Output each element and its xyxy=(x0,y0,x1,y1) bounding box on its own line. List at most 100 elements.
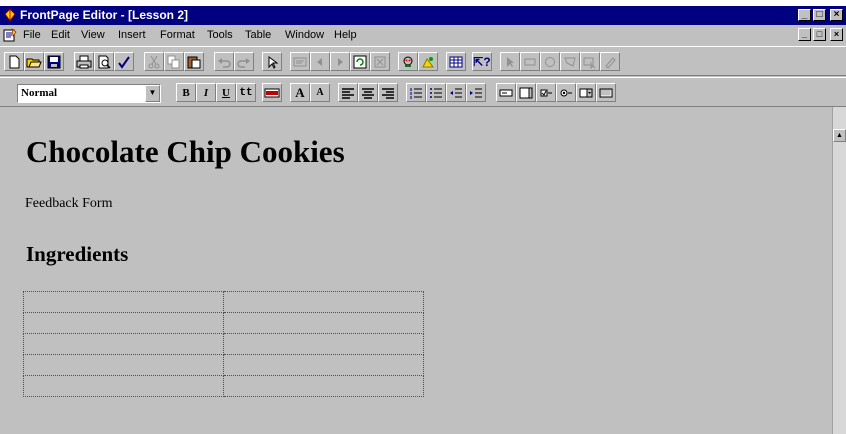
menu-tools[interactable]: Tools xyxy=(207,28,233,42)
highlight-hotspots-button[interactable] xyxy=(580,52,600,71)
bold-button[interactable]: B xyxy=(176,83,196,102)
table-cell[interactable] xyxy=(223,375,424,397)
menu-file[interactable]: File xyxy=(23,28,41,42)
print-button[interactable] xyxy=(74,52,94,71)
table-cell[interactable] xyxy=(23,333,224,355)
radio-button-field-button[interactable] xyxy=(556,83,576,102)
align-left-icon xyxy=(342,87,354,99)
bulleted-list-button[interactable] xyxy=(426,83,446,102)
back-button[interactable] xyxy=(310,52,330,71)
table-cell[interactable] xyxy=(23,354,224,376)
align-center-button[interactable] xyxy=(358,83,378,102)
spelling-button[interactable] xyxy=(114,52,134,71)
scrolling-textbox-button[interactable] xyxy=(516,83,536,102)
one-line-textbox-button[interactable] xyxy=(496,83,516,102)
table-row xyxy=(23,291,424,313)
table-cell[interactable] xyxy=(23,312,224,334)
checkbox-field-button[interactable] xyxy=(536,83,556,102)
table-cell[interactable] xyxy=(223,312,424,334)
table-cell[interactable] xyxy=(23,291,224,313)
left-margin xyxy=(0,107,14,434)
arrow-pointer-icon xyxy=(507,56,514,67)
rectangle-tool-button[interactable] xyxy=(520,52,540,71)
ingredients-heading[interactable]: Ingredients xyxy=(26,241,128,267)
redo-icon xyxy=(237,57,250,68)
table-cell[interactable] xyxy=(223,333,424,355)
menu-view[interactable]: View xyxy=(81,28,105,42)
doc-close-button[interactable]: × xyxy=(830,28,843,41)
paste-button[interactable] xyxy=(184,52,204,71)
table-cell[interactable] xyxy=(223,354,424,376)
text-color-button[interactable] xyxy=(262,83,282,102)
new-page-button[interactable] xyxy=(4,52,24,71)
document-icon[interactable] xyxy=(3,28,17,42)
table-cell[interactable] xyxy=(223,291,424,313)
doc-minimize-button[interactable]: _ xyxy=(798,28,811,41)
title-bar[interactable]: FrontPage Editor - [Lesson 2] _ □ × xyxy=(0,6,846,25)
help-button[interactable]: ⇱? xyxy=(472,52,492,71)
undo-icon xyxy=(218,57,231,68)
italic-button[interactable]: I xyxy=(196,83,216,102)
ingredients-table[interactable] xyxy=(23,291,424,397)
menu-format[interactable]: Format xyxy=(160,28,195,42)
table-row xyxy=(23,375,424,397)
open-button[interactable] xyxy=(24,52,44,71)
align-right-button[interactable] xyxy=(378,83,398,102)
decrease-text-size-button[interactable]: A xyxy=(310,83,330,102)
vertical-scrollbar[interactable]: ▲ xyxy=(832,107,846,434)
menu-window[interactable]: Window xyxy=(285,28,324,42)
menu-edit[interactable]: Edit xyxy=(51,28,70,42)
redo-button[interactable] xyxy=(234,52,254,71)
menu-insert[interactable]: Insert xyxy=(118,28,146,42)
increase-indent-button[interactable] xyxy=(466,83,486,102)
circle-tool-button[interactable] xyxy=(540,52,560,71)
push-button-field-button[interactable] xyxy=(596,83,616,102)
cut-button[interactable] xyxy=(144,52,164,71)
decrease-indent-button[interactable] xyxy=(446,83,466,102)
frontpage-app-icon xyxy=(4,8,16,22)
insert-image-button[interactable] xyxy=(418,52,438,71)
polygon-tool-button[interactable] xyxy=(560,52,580,71)
drop-down-menu-field-button[interactable] xyxy=(576,83,596,102)
refresh-button[interactable] xyxy=(350,52,370,71)
undo-button[interactable] xyxy=(214,52,234,71)
to-do-list-button[interactable] xyxy=(290,52,310,71)
feedback-form-text[interactable]: Feedback Form xyxy=(25,196,112,212)
pencil-icon xyxy=(605,56,616,69)
align-left-button[interactable] xyxy=(338,83,358,102)
document-editing-area[interactable]: Chocolate Chip Cookies Feedback Form Ing… xyxy=(14,107,832,434)
align-right-icon xyxy=(382,87,394,99)
underline-button[interactable]: U xyxy=(216,83,236,102)
maximize-button[interactable]: □ xyxy=(813,9,826,21)
drop-down-field-icon xyxy=(579,88,593,97)
chevron-down-icon[interactable]: ▼ xyxy=(145,85,160,102)
table-cell[interactable] xyxy=(23,375,224,397)
minimize-button[interactable]: _ xyxy=(798,9,811,21)
save-button[interactable] xyxy=(44,52,64,71)
forward-arrow-icon xyxy=(338,57,343,66)
print-preview-button[interactable] xyxy=(94,52,114,71)
numbered-list-icon xyxy=(410,87,422,99)
paragraph-style-select[interactable]: Normal ▼ xyxy=(17,84,161,103)
scroll-up-arrow-icon[interactable]: ▲ xyxy=(833,129,846,142)
scissors-icon xyxy=(148,55,160,68)
pencil-tool-button[interactable] xyxy=(600,52,620,71)
select-tool-button[interactable] xyxy=(500,52,520,71)
style-value: Normal xyxy=(21,87,58,99)
menu-help[interactable]: Help xyxy=(334,28,357,42)
spell-check-icon xyxy=(118,55,130,69)
insert-webbot-button[interactable] xyxy=(398,52,418,71)
increase-text-size-button[interactable]: A xyxy=(290,83,310,102)
textbox-icon xyxy=(499,89,513,96)
menu-table[interactable]: Table xyxy=(245,28,271,42)
stop-button[interactable] xyxy=(370,52,390,71)
insert-table-button[interactable] xyxy=(446,52,466,71)
copy-button[interactable] xyxy=(164,52,184,71)
page-heading[interactable]: Chocolate Chip Cookies xyxy=(26,134,345,170)
numbered-list-button[interactable] xyxy=(406,83,426,102)
fixed-width-button[interactable]: tt xyxy=(236,83,256,102)
doc-restore-button[interactable]: □ xyxy=(813,28,826,41)
show-explorer-button[interactable] xyxy=(262,52,282,71)
close-button[interactable]: × xyxy=(830,9,843,21)
forward-button[interactable] xyxy=(330,52,350,71)
